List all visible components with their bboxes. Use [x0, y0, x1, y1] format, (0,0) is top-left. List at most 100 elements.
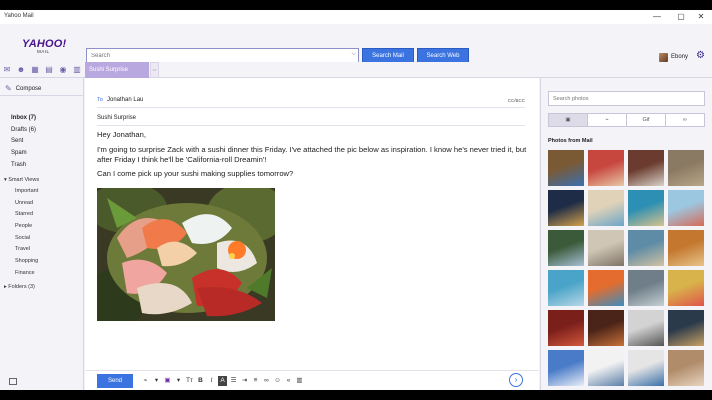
attached-sushi-photo[interactable]: [97, 188, 275, 321]
sidebar-item-people[interactable]: People: [15, 223, 32, 229]
sidebar-item-unread[interactable]: Unread: [15, 200, 33, 206]
sidebar-item-starred[interactable]: Starred: [15, 211, 33, 217]
compose-pane: To Jonathan Lau CC/BCC Sushi Surprise He…: [85, 78, 539, 390]
photo-grid: [548, 150, 708, 386]
tab-gif[interactable]: Gif: [627, 114, 666, 126]
photo-thumbnail[interactable]: [668, 270, 704, 306]
message-body[interactable]: Hey Jonathan, I'm going to surprise Zack…: [97, 130, 527, 178]
photo-thumbnail[interactable]: [588, 230, 624, 266]
photo-thumbnail[interactable]: [668, 190, 704, 226]
mail-icon[interactable]: ✉: [2, 65, 12, 75]
photo-thumbnail[interactable]: [548, 270, 584, 306]
stationery-dropdown-icon[interactable]: ▾: [174, 376, 183, 386]
bold-icon[interactable]: B: [196, 376, 205, 386]
trash-icon[interactable]: ▥: [295, 376, 304, 386]
cc-bcc-link[interactable]: CC/BCC: [508, 98, 525, 103]
folders-header[interactable]: ▸ Folders (3): [4, 284, 35, 290]
minimize-button[interactable]: —: [644, 11, 670, 23]
to-recipient[interactable]: Jonathan Lau: [107, 97, 143, 103]
attach-dropdown-icon[interactable]: ▾: [152, 376, 161, 386]
photo-thumbnail[interactable]: [548, 310, 584, 346]
photo-thumbnail[interactable]: [668, 350, 704, 386]
sidebar-item-drafts[interactable]: Drafts (6): [11, 127, 36, 133]
photo-thumbnail[interactable]: [628, 190, 664, 226]
calendar-icon[interactable]: ▦: [30, 65, 40, 75]
photo-thumbnail[interactable]: [628, 230, 664, 266]
notepad-icon[interactable]: ▤: [44, 65, 54, 75]
photo-thumbnail[interactable]: [668, 310, 704, 346]
photo-thumbnail[interactable]: [588, 190, 624, 226]
sidebar-item-trash[interactable]: Trash: [11, 162, 26, 168]
photo-thumbnail[interactable]: [588, 310, 624, 346]
sidebar-item-shopping[interactable]: Shopping: [15, 258, 38, 264]
formatting-toolbar: Send ⌁ ▾ ▣ ▾ Tт B I A ☰ ⇥ ≡ ∞ ☺ « ▥ ›: [85, 370, 539, 390]
nav-toolbar: ✉ ☻ ▦ ▤ ◉ ▥ Sushi Surprise ⌵: [0, 62, 712, 78]
pencil-icon: ✎: [5, 84, 12, 93]
contacts-icon[interactable]: ☻: [16, 65, 26, 75]
link-icon[interactable]: ∞: [262, 376, 271, 386]
search-web-button[interactable]: Search Web: [417, 48, 469, 63]
photo-thumbnail[interactable]: [628, 350, 664, 386]
photo-thumbnail[interactable]: [588, 150, 624, 186]
send-arrow-icon[interactable]: ›: [509, 373, 523, 387]
font-size-icon[interactable]: Tт: [185, 376, 194, 386]
smart-views-header[interactable]: ▾ Smart Views: [4, 177, 39, 183]
app-window: Yahoo Mail — ▢ ✕ YAHOO! MAIL ⌵ Search Ma…: [0, 10, 712, 390]
bullet-list-icon[interactable]: ☰: [229, 376, 238, 386]
search-input[interactable]: [87, 49, 342, 62]
emoji-icon[interactable]: ☺: [273, 376, 282, 386]
tab-photos[interactable]: ▣: [549, 114, 588, 126]
gear-icon[interactable]: ⚙: [696, 50, 706, 62]
align-icon[interactable]: ≡: [251, 376, 260, 386]
search-mail-button[interactable]: Search Mail: [362, 48, 414, 63]
sidebar-item-travel[interactable]: Travel: [15, 246, 30, 252]
tab-links[interactable]: ∞: [666, 114, 704, 126]
send-button[interactable]: Send: [97, 374, 133, 388]
subject-field-row[interactable]: Sushi Surprise: [97, 110, 525, 126]
sidebar-item-important[interactable]: Important: [15, 188, 38, 194]
photo-thumbnail[interactable]: [668, 150, 704, 186]
attach-icon[interactable]: ⌁: [141, 376, 150, 386]
subject-field[interactable]: Sushi Surprise: [97, 115, 136, 121]
photo-thumbnail[interactable]: [548, 150, 584, 186]
photo-tabs: ▣ ⌁ Gif ∞: [548, 113, 705, 127]
photo-thumbnail[interactable]: [628, 310, 664, 346]
photo-thumbnail[interactable]: [668, 230, 704, 266]
photo-thumbnail[interactable]: [548, 230, 584, 266]
photo-thumbnail[interactable]: [588, 270, 624, 306]
messenger-icon[interactable]: ◉: [58, 65, 68, 75]
to-label: To: [97, 97, 103, 103]
body-question: Can I come pick up your sushi making sup…: [97, 168, 294, 178]
search-dropdown-icon[interactable]: ⌵: [351, 51, 356, 58]
sidebar-item-sent[interactable]: Sent: [11, 138, 23, 144]
compose-button[interactable]: ✎ Compose: [5, 84, 41, 93]
photo-thumbnail[interactable]: [628, 150, 664, 186]
sidebar-divider: [0, 95, 84, 96]
sidebar-item-social[interactable]: Social: [15, 235, 30, 241]
yahoo-mail-logo[interactable]: YAHOO! MAIL: [22, 39, 66, 55]
text-color-icon[interactable]: A: [218, 376, 227, 386]
tab-attachments[interactable]: ⌁: [588, 114, 627, 126]
image-icon[interactable]: [9, 378, 17, 385]
photo-search-box: [548, 91, 705, 106]
to-field-row[interactable]: To Jonathan Lau CC/BCC: [97, 92, 525, 108]
stationery-icon[interactable]: ▣: [163, 376, 172, 386]
title-bar: Yahoo Mail — ▢ ✕: [0, 10, 712, 24]
photo-thumbnail[interactable]: [548, 190, 584, 226]
indent-icon[interactable]: ⇥: [240, 376, 249, 386]
sidebar-item-finance[interactable]: Finance: [15, 270, 35, 276]
photo-search-input[interactable]: [549, 92, 704, 105]
more-icon[interactable]: «: [284, 376, 293, 386]
sidebar: ✎ Compose Inbox (7) Drafts (6) Sent Spam…: [0, 78, 84, 390]
newsfeed-icon[interactable]: ▥: [72, 65, 82, 75]
header: YAHOO! MAIL ⌵ Search Mail Search Web Ebo…: [0, 24, 712, 63]
sidebar-item-inbox[interactable]: Inbox (7): [11, 115, 36, 121]
photo-thumbnail[interactable]: [628, 270, 664, 306]
photo-thumbnail[interactable]: [548, 350, 584, 386]
sidebar-item-spam[interactable]: Spam: [11, 150, 27, 156]
close-button[interactable]: ✕: [688, 11, 712, 23]
italic-icon[interactable]: I: [207, 376, 216, 386]
photo-thumbnail[interactable]: [588, 350, 624, 386]
tab-chevron-down-icon[interactable]: ⌵: [150, 62, 159, 78]
tab-sushi-surprise[interactable]: Sushi Surprise: [85, 62, 149, 78]
